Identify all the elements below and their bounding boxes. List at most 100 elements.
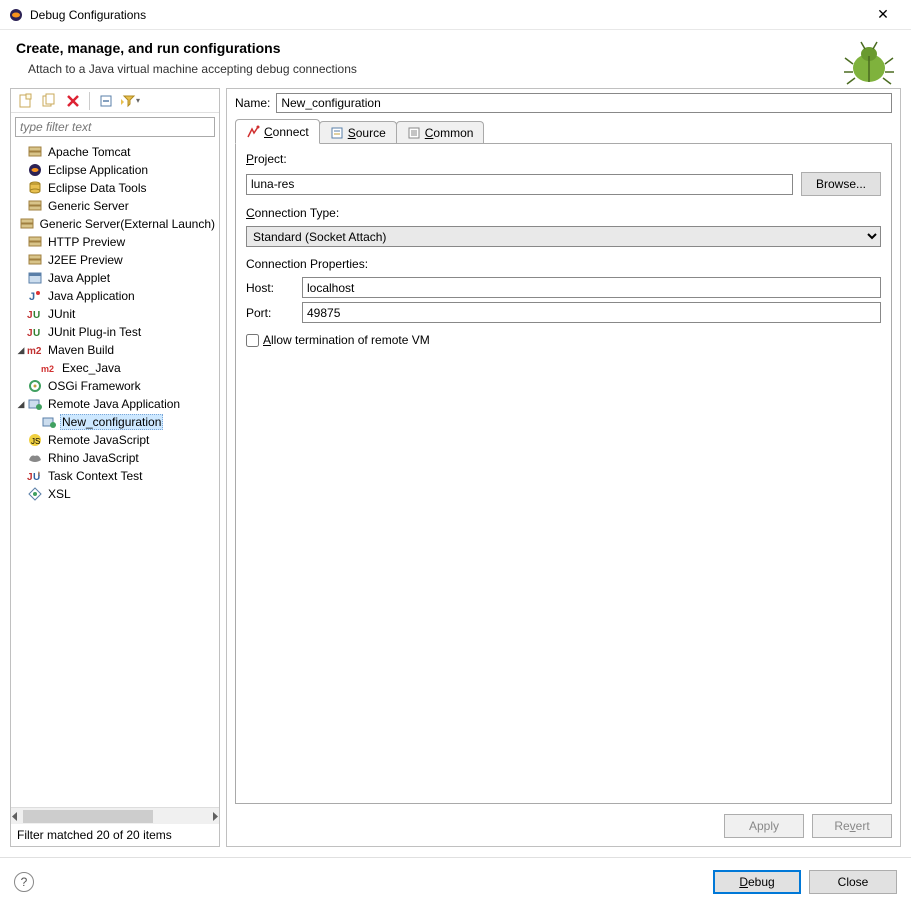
- tree-item-eclipse-application[interactable]: Eclipse Application: [11, 161, 219, 179]
- port-label: Port:: [246, 306, 296, 320]
- revert-button[interactable]: Revert: [812, 814, 892, 838]
- junit-icon: JU: [27, 324, 43, 340]
- expand-arrow-icon[interactable]: ◢: [15, 399, 27, 410]
- port-input[interactable]: [302, 302, 881, 323]
- config-tree[interactable]: Apache Tomcat Eclipse Application Eclipse …: [11, 141, 219, 807]
- tree-item-java-applet[interactable]: Java Applet: [11, 269, 219, 287]
- java-icon: J: [27, 288, 43, 304]
- allow-termination-checkbox[interactable]: [246, 334, 259, 347]
- tree-item-rhino-javascript[interactable]: Rhino JavaScript: [11, 449, 219, 467]
- tree-item-label: J2EE Preview: [46, 253, 125, 267]
- tree-item-label: Eclipse Data Tools: [46, 181, 149, 195]
- tree-item-maven-build[interactable]: ◢m2 Maven Build: [11, 341, 219, 359]
- tree-item-remote-java-application[interactable]: ◢ Remote Java Application: [11, 395, 219, 413]
- xsl-icon: [27, 486, 43, 502]
- tree-item-label: Remote Java Application: [46, 397, 182, 411]
- tree-item-generic-server-external-launch-[interactable]: Generic Server(External Launch): [11, 215, 219, 233]
- expand-arrow-icon[interactable]: ◢: [15, 345, 27, 356]
- tree-item-new-configuration[interactable]: New_configuration: [11, 413, 219, 431]
- maven-icon: m2: [27, 342, 43, 358]
- server-icon: [27, 234, 43, 250]
- allow-termination-label: Allow termination of remote VM: [263, 333, 430, 347]
- new-config-button[interactable]: [15, 91, 35, 111]
- name-label: Name:: [235, 96, 270, 110]
- tree-item-label: Maven Build: [46, 343, 116, 357]
- junit-icon: JU: [27, 306, 43, 322]
- server-icon: [27, 144, 43, 160]
- delete-config-button[interactable]: [63, 91, 83, 111]
- tab-source[interactable]: Source: [319, 121, 397, 143]
- tab-source-icon: [330, 126, 344, 140]
- applet-icon: [27, 270, 43, 286]
- collapse-all-button[interactable]: [96, 91, 116, 111]
- filter-button[interactable]: ▾: [120, 91, 140, 111]
- tree-item-label: Generic Server: [46, 199, 131, 213]
- js-icon: JS: [27, 432, 43, 448]
- tree-item-java-application[interactable]: J Java Application: [11, 287, 219, 305]
- tree-item-j2ee-preview[interactable]: J2EE Preview: [11, 251, 219, 269]
- connection-type-label: Connection Type:: [246, 206, 881, 220]
- tree-item-label: New_configuration: [60, 414, 163, 430]
- tree-item-osgi-framework[interactable]: OSGi Framework: [11, 377, 219, 395]
- tab-connect-icon: [246, 125, 260, 139]
- tree-item-exec-java[interactable]: m2 Exec_Java: [11, 359, 219, 377]
- dialog-footer: ? Debug Close: [0, 857, 911, 905]
- help-button[interactable]: ?: [14, 872, 34, 892]
- config-tabs: Connect Source Common: [235, 119, 892, 144]
- close-window-button[interactable]: ✕: [863, 6, 903, 23]
- project-input[interactable]: [246, 174, 793, 195]
- tree-item-apache-tomcat[interactable]: Apache Tomcat: [11, 143, 219, 161]
- tree-item-label: Task Context Test: [46, 469, 145, 483]
- filter-input[interactable]: [15, 117, 215, 137]
- tree-item-task-context-test[interactable]: JUtTask Context Test: [11, 467, 219, 485]
- tree-item-label: Java Application: [46, 289, 137, 303]
- tree-item-label: HTTP Preview: [46, 235, 127, 249]
- tree-item-junit[interactable]: JUJUnit: [11, 305, 219, 323]
- connection-properties-label: Connection Properties:: [246, 257, 881, 271]
- header-title: Create, manage, and run configurations: [16, 40, 895, 56]
- tree-item-label: JUnit Plug-in Test: [46, 325, 143, 339]
- duplicate-config-button[interactable]: [39, 91, 59, 111]
- horizontal-scrollbar[interactable]: [11, 807, 219, 824]
- eclipse-icon: [8, 7, 24, 23]
- svg-text:J: J: [27, 328, 33, 339]
- tree-item-label: Remote JavaScript: [46, 433, 151, 447]
- tree-item-label: Eclipse Application: [46, 163, 150, 177]
- connection-type-select[interactable]: Standard (Socket Attach): [246, 226, 881, 247]
- tree-item-xsl[interactable]: XSL: [11, 485, 219, 503]
- remote-icon: [41, 414, 57, 430]
- project-label: Project:: [246, 152, 881, 166]
- server-icon: [27, 198, 43, 214]
- tree-item-label: Exec_Java: [60, 361, 123, 375]
- tree-item-generic-server[interactable]: Generic Server: [11, 197, 219, 215]
- tree-item-remote-javascript[interactable]: JSRemote JavaScript: [11, 431, 219, 449]
- eclipse-icon: [27, 162, 43, 178]
- svg-text:m2: m2: [41, 364, 54, 374]
- tree-item-label: JUnit: [46, 307, 77, 321]
- svg-text:J: J: [27, 310, 33, 321]
- tree-item-junit-plug-in-test[interactable]: JUJUnit Plug-in Test: [11, 323, 219, 341]
- name-input[interactable]: [276, 93, 892, 113]
- svg-text:U: U: [33, 328, 40, 339]
- db-icon: [27, 180, 43, 196]
- host-input[interactable]: [302, 277, 881, 298]
- tree-item-http-preview[interactable]: HTTP Preview: [11, 233, 219, 251]
- tab-common[interactable]: Common: [396, 121, 485, 143]
- tree-item-eclipse-data-tools[interactable]: Eclipse Data Tools: [11, 179, 219, 197]
- tree-item-label: Rhino JavaScript: [46, 451, 141, 465]
- close-button[interactable]: Close: [809, 870, 897, 894]
- debug-button[interactable]: Debug: [713, 870, 801, 894]
- host-label: Host:: [246, 281, 296, 295]
- window-title: Debug Configurations: [30, 8, 863, 22]
- apply-button[interactable]: Apply: [724, 814, 804, 838]
- server-icon: [19, 216, 35, 232]
- svg-text:m2: m2: [27, 346, 42, 357]
- task-icon: JUt: [27, 468, 43, 484]
- tab-label: Source: [348, 126, 386, 140]
- filter-status: Filter matched 20 of 20 items: [11, 824, 219, 846]
- tab-connect[interactable]: Connect: [235, 119, 320, 144]
- browse-button[interactable]: Browse...: [801, 172, 881, 196]
- maven-red-icon: m2: [41, 360, 57, 376]
- tree-item-label: Java Applet: [46, 271, 112, 285]
- svg-text:J: J: [29, 291, 35, 303]
